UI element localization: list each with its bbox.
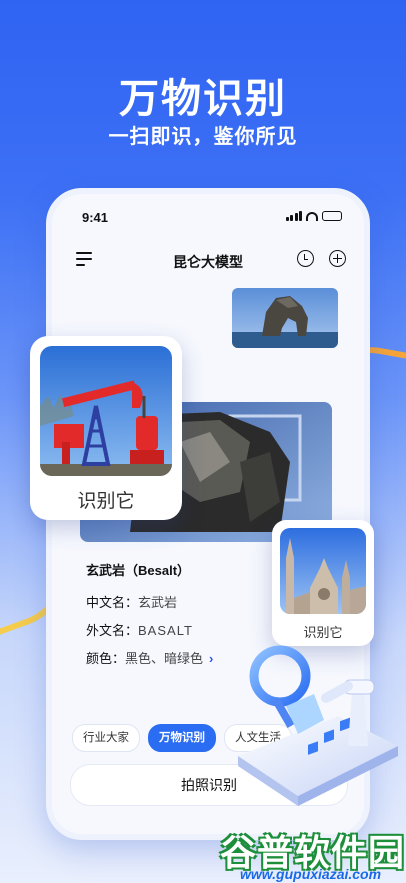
field-color[interactable]: 颜色：黑色、暗绿色 › — [86, 648, 213, 667]
watermark-url: www.gupuxiazai.com — [240, 866, 382, 882]
field-foreign-name: 外文名：BASALT — [86, 620, 193, 639]
tab-object-recognition[interactable]: 万物识别 — [148, 724, 216, 752]
field-chinese-name: 中文名：玄武岩 — [86, 592, 177, 611]
add-icon[interactable] — [329, 250, 346, 267]
field-label: 颜色： — [86, 651, 126, 666]
watermark: 谷普软件园 www.gupuxiazai.com — [200, 820, 406, 883]
status-icons — [285, 211, 342, 221]
hero-subtitle: 一扫即识，鉴你所见 — [108, 126, 298, 148]
nav-bar: 昆仑大模型 — [52, 242, 364, 278]
pump-jack-photo — [40, 346, 172, 476]
history-icon[interactable] — [297, 250, 314, 267]
battery-icon — [322, 211, 342, 221]
nav-title: 昆仑大模型 — [173, 254, 243, 270]
field-label: 外文名： — [86, 623, 139, 638]
field-value: 黑色、暗绿色 — [125, 651, 204, 666]
wifi-icon — [306, 212, 318, 221]
cathedral-photo — [280, 528, 366, 614]
pump-card-label: 识别它 — [77, 491, 135, 512]
status-bar: 9:41 — [52, 194, 364, 234]
result-title: 玄武岩（Besalt） — [86, 563, 191, 578]
status-time: 9:41 — [82, 210, 109, 225]
robot-arm-illustration — [228, 636, 398, 816]
signal-icon — [285, 211, 302, 221]
tab-industry[interactable]: 行业大家 — [72, 724, 140, 752]
hero-title: 万物识别 — [119, 77, 287, 121]
field-value: 玄武岩 — [138, 595, 178, 610]
sent-rock-photo[interactable] — [232, 288, 338, 348]
field-value: BASALT — [138, 623, 193, 638]
chevron-right-icon[interactable]: › — [209, 651, 213, 666]
church-recognition-card[interactable]: 识别它 — [272, 520, 374, 646]
field-label: 中文名： — [86, 595, 139, 610]
pump-recognition-card[interactable]: 识别它 — [30, 336, 182, 520]
